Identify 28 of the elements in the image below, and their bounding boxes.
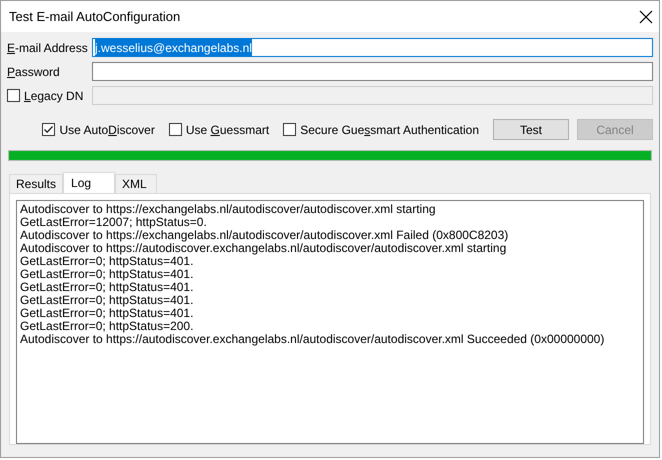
log-line: Autodiscover to https://autodiscover.exchangelabs.nl/autodiscover/autodiscover.xml Succeeded (0x00000000) xyxy=(20,333,606,346)
log-line: GetLastError=0; httpStatus=401. xyxy=(20,307,194,320)
dialog-button[interactable]: Test xyxy=(493,119,569,140)
option-label[interactable]: Secure Guessmart Authentication xyxy=(300,120,479,138)
close-icon[interactable] xyxy=(639,10,653,24)
log-line: GetLastError=0; httpStatus=401. xyxy=(20,268,194,281)
log-line: GetLastError=0; httpStatus=200. xyxy=(20,320,194,333)
field-label: Password xyxy=(7,64,60,80)
option-label[interactable]: Use AutoDiscover xyxy=(59,120,155,138)
checkbox[interactable] xyxy=(283,123,296,136)
window-title: Test E-mail AutoConfiguration xyxy=(9,8,180,26)
input-field[interactable] xyxy=(92,62,653,81)
field-label: Legacy DN xyxy=(24,88,84,104)
field-label: E-mail Address xyxy=(7,40,88,56)
tab[interactable]: Log xyxy=(63,172,116,193)
tab[interactable]: Results xyxy=(9,174,64,193)
option-label[interactable]: Use Guessmart xyxy=(186,120,270,138)
log-line: Autodiscover to https://exchangelabs.nl/autodiscover/autodiscover.xml Failed (0x800C8203) xyxy=(20,229,510,242)
log-line: GetLastError=12007; httpStatus=0. xyxy=(20,216,207,229)
input-field[interactable]: j.wesselius@exchangelabs.nl xyxy=(92,38,653,57)
log-line: GetLastError=0; httpStatus=401. xyxy=(20,294,194,307)
checkbox[interactable] xyxy=(168,123,182,136)
log-line: GetLastError=0; httpStatus=401. xyxy=(20,255,194,268)
log-line: Autodiscover to https://autodiscover.exchangelabs.nl/autodiscover/autodiscover.xml starting xyxy=(20,242,506,255)
log-line: Autodiscover to https://exchangelabs.nl/autodiscover/autodiscover.xml starting xyxy=(20,203,437,216)
tab[interactable]: XML xyxy=(115,174,158,193)
checkbox[interactable] xyxy=(42,123,56,136)
log-line: GetLastError=0; httpStatus=401. xyxy=(20,281,194,294)
